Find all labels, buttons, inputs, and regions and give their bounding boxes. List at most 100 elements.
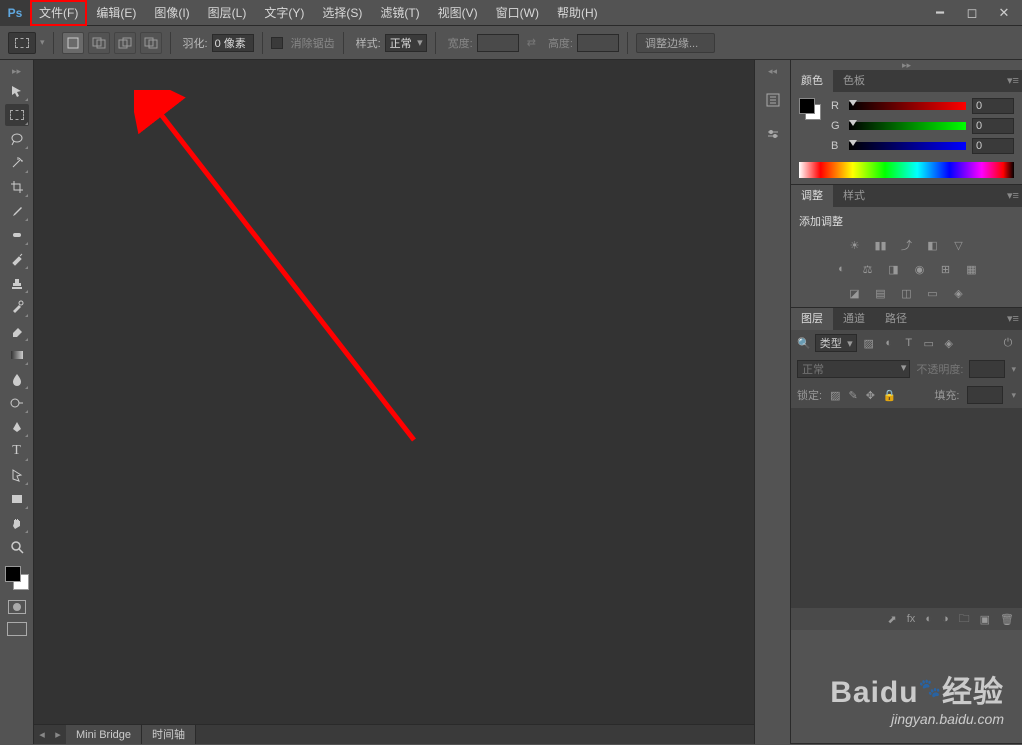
new-group-icon[interactable]: 🗀 <box>959 610 970 629</box>
lookup-icon[interactable]: ▦ <box>964 261 980 277</box>
color-swatch[interactable] <box>5 566 29 590</box>
toolbox-collapse-icon[interactable]: ▸▸ <box>3 66 31 76</box>
g-slider[interactable] <box>849 122 966 130</box>
tab-paths[interactable]: 路径 <box>875 308 917 330</box>
style-select[interactable]: 正常 <box>385 34 427 52</box>
r-slider[interactable] <box>849 102 966 110</box>
layer-fx-icon[interactable]: fx <box>907 613 916 625</box>
menu-help[interactable]: 帮助(H) <box>548 0 607 26</box>
layers-panel-menu-icon[interactable]: ▾≡ <box>1004 308 1022 330</box>
lasso-tool[interactable] <box>5 128 29 150</box>
link-layers-icon[interactable]: ⬈ <box>888 613 897 626</box>
tab-layers[interactable]: 图层 <box>791 308 833 330</box>
filter-toggle[interactable]: ⏻ <box>1000 335 1016 351</box>
active-tool-chip[interactable] <box>8 32 36 54</box>
layer-filter-kind[interactable]: 类型 <box>815 334 857 352</box>
tab-swatches[interactable]: 色板 <box>833 70 875 92</box>
brightness-icon[interactable]: ☀ <box>847 237 863 253</box>
fill-dropdown-icon[interactable]: ▾ <box>1011 390 1016 401</box>
tab-minibridge[interactable]: Mini Bridge <box>66 725 142 744</box>
color-panel-menu-icon[interactable]: ▾≡ <box>1004 70 1022 92</box>
dock-collapse-icon[interactable]: ◂◂ <box>768 66 777 77</box>
menu-image[interactable]: 图像(I) <box>145 0 198 26</box>
lock-transparent-icon[interactable]: ▨ <box>830 389 840 402</box>
lock-pixel-icon[interactable]: ✎ <box>848 389 857 402</box>
brush-tool[interactable] <box>5 248 29 270</box>
shape-tool[interactable] <box>5 488 29 510</box>
tab-channels[interactable]: 通道 <box>833 308 875 330</box>
selection-intersect-button[interactable] <box>140 32 162 54</box>
panels-collapse-icon[interactable]: ▸▸ <box>791 60 1022 70</box>
dodge-tool[interactable] <box>5 392 29 414</box>
gradient-map-icon[interactable]: ▭ <box>925 285 941 301</box>
chip-dropdown-icon[interactable]: ▾ <box>40 37 45 48</box>
feather-input[interactable] <box>212 34 254 52</box>
bw-icon[interactable]: ◨ <box>886 261 902 277</box>
lock-position-icon[interactable]: ✥ <box>866 389 875 402</box>
selection-add-button[interactable] <box>88 32 110 54</box>
gradient-tool[interactable] <box>5 344 29 366</box>
menu-filter[interactable]: 滤镜(T) <box>371 0 428 26</box>
tab-scroll-right-icon[interactable]: ▸ <box>50 725 66 744</box>
screenmode-button[interactable] <box>7 622 27 636</box>
blur-tool[interactable] <box>5 368 29 390</box>
eyedropper-tool[interactable] <box>5 200 29 222</box>
move-tool[interactable] <box>5 80 29 102</box>
b-value[interactable]: 0 <box>972 138 1014 154</box>
menu-layer[interactable]: 图层(L) <box>199 0 256 26</box>
pen-tool[interactable] <box>5 416 29 438</box>
adjust-panel-menu-icon[interactable]: ▾≡ <box>1004 185 1022 207</box>
blend-mode-select[interactable]: 正常 <box>797 360 910 378</box>
new-layer-icon[interactable]: ▣ <box>980 613 990 626</box>
filter-smart-icon[interactable]: ◈ <box>941 335 957 351</box>
hand-tool[interactable] <box>5 512 29 534</box>
crop-tool[interactable] <box>5 176 29 198</box>
opacity-input[interactable] <box>969 360 1005 378</box>
filter-pixel-icon[interactable]: ▨ <box>861 335 877 351</box>
wand-tool[interactable] <box>5 152 29 174</box>
eraser-tool[interactable] <box>5 320 29 342</box>
refine-edge-button[interactable]: 调整边缘... <box>636 33 715 53</box>
menu-view[interactable]: 视图(V) <box>429 0 487 26</box>
properties-panel-icon[interactable] <box>762 123 784 145</box>
menu-file[interactable]: 文件(F) <box>30 0 87 26</box>
selection-subtract-button[interactable] <box>114 32 136 54</box>
tab-adjustments[interactable]: 调整 <box>791 185 833 207</box>
filter-shape-icon[interactable]: ▭ <box>921 335 937 351</box>
stamp-tool[interactable] <box>5 272 29 294</box>
curves-icon[interactable]: ⤴ <box>899 237 915 253</box>
path-select-tool[interactable] <box>5 464 29 486</box>
zoom-tool[interactable] <box>5 536 29 558</box>
filter-type-icon[interactable]: T <box>901 335 917 351</box>
menu-select[interactable]: 选择(S) <box>313 0 371 26</box>
selective-icon[interactable]: ◈ <box>951 285 967 301</box>
selection-new-button[interactable] <box>62 32 84 54</box>
close-button[interactable]: ✕ <box>990 3 1018 23</box>
tab-scroll-left-icon[interactable]: ◂ <box>34 725 50 744</box>
levels-icon[interactable]: ▮▮ <box>873 237 889 253</box>
minimize-button[interactable]: ━ <box>926 3 954 23</box>
photo-filter-icon[interactable]: ◉ <box>912 261 928 277</box>
heal-tool[interactable] <box>5 224 29 246</box>
r-value[interactable]: 0 <box>972 98 1014 114</box>
maximize-button[interactable]: ◻ <box>958 3 986 23</box>
vibrance-icon[interactable]: ▽ <box>951 237 967 253</box>
posterize-icon[interactable]: ▤ <box>873 285 889 301</box>
tab-styles[interactable]: 样式 <box>833 185 875 207</box>
b-slider[interactable] <box>849 142 966 150</box>
fill-input[interactable] <box>967 386 1003 404</box>
balance-icon[interactable]: ⚖ <box>860 261 876 277</box>
type-tool[interactable]: T <box>5 440 29 462</box>
opacity-dropdown-icon[interactable]: ▾ <box>1011 364 1016 375</box>
history-panel-icon[interactable] <box>762 89 784 111</box>
history-brush-tool[interactable] <box>5 296 29 318</box>
g-value[interactable]: 0 <box>972 118 1014 134</box>
antialias-checkbox[interactable] <box>271 37 283 49</box>
threshold-icon[interactable]: ◫ <box>899 285 915 301</box>
layer-mask-icon[interactable]: ◐ <box>925 613 932 625</box>
tab-color[interactable]: 颜色 <box>791 70 833 92</box>
lock-all-icon[interactable]: 🔒 <box>883 389 897 402</box>
new-adjustment-icon[interactable]: ◑ <box>942 613 949 625</box>
color-panel-swatch[interactable] <box>799 98 821 120</box>
exposure-icon[interactable]: ◧ <box>925 237 941 253</box>
